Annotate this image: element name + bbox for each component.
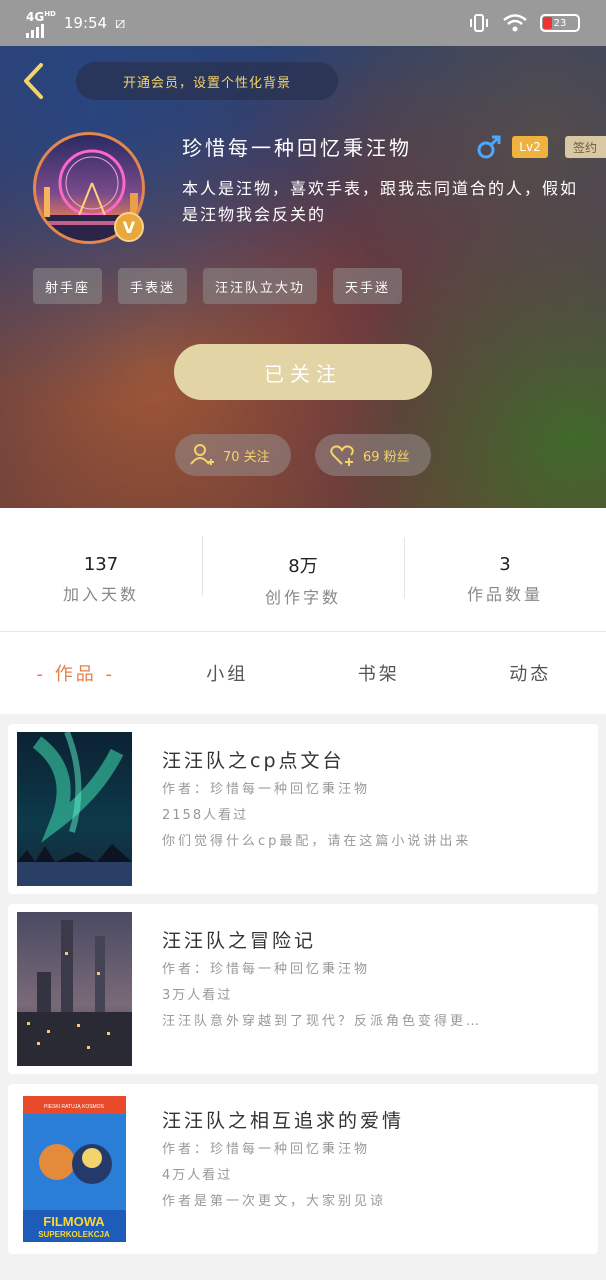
stat-word-count: 8万 创作字数: [202, 532, 404, 608]
following-button[interactable]: 70 关注: [175, 434, 291, 476]
tab-bar: - 作品 - 小组 书架 动态: [0, 632, 606, 714]
male-icon: [477, 135, 501, 159]
tag[interactable]: 手表迷: [118, 268, 188, 304]
list-item[interactable]: PIESKI RATUJĄ KOSMOS FILMOWA SUPERKOLEKC…: [8, 1084, 598, 1254]
stats-bar: 137 加入天数 8万 创作字数 3 作品数量: [0, 508, 606, 632]
battery-icon: 23: [540, 14, 580, 32]
work-title: 汪汪队之冒险记: [162, 930, 317, 952]
work-author: 作者：珍惜每一种回忆秉汪物: [162, 962, 371, 977]
work-description: 你们觉得什么cp最配，请在这篇小说讲出来: [162, 834, 472, 849]
vip-banner[interactable]: 开通会员，设置个性化背景: [76, 62, 338, 100]
work-title: 汪汪队之相互追求的爱情: [162, 1110, 405, 1132]
list-item[interactable]: 汪汪队之cp点文台 作者：珍惜每一种回忆秉汪物 2158人看过 你们觉得什么cp…: [8, 724, 598, 894]
tab-groups[interactable]: 小组: [152, 660, 304, 686]
work-title: 汪汪队之cp点文台: [162, 750, 345, 772]
cover-image: [17, 732, 132, 886]
profile-header: 开通会员，设置个性化背景 V 珍惜每一种回忆秉汪物 Lv2 签约 本人是汪物，喜…: [0, 46, 606, 508]
username: 珍惜每一种回忆秉汪物: [182, 136, 412, 160]
back-button[interactable]: [16, 62, 50, 100]
cover-top-text: PIESKI RATUJĄ KOSMOS: [44, 1104, 105, 1110]
add-user-icon: [190, 444, 214, 465]
work-views: 4万人看过: [162, 1168, 233, 1183]
tab-works[interactable]: - 作品 -: [0, 660, 152, 686]
followed-button[interactable]: 已关注: [174, 344, 432, 400]
stat-works-count: 3 作品数量: [404, 534, 606, 605]
tab-activity[interactable]: 动态: [455, 660, 606, 686]
work-author: 作者：珍惜每一种回忆秉汪物: [162, 782, 371, 797]
vibrate-icon: [470, 14, 488, 32]
tab-bookshelf[interactable]: 书架: [303, 660, 455, 686]
level-badge: Lv2: [512, 136, 548, 158]
cover-image: [17, 912, 132, 1066]
stat-join-days: 137 加入天数: [62, 554, 139, 604]
tag-list: 射手座 手表迷 汪汪队立大功 天手迷: [33, 268, 403, 304]
cover-title-text: FILMOWA: [43, 1214, 105, 1229]
bio: 本人是汪物，喜欢手表，跟我志同道合的人，假如是汪物我会反关的: [182, 179, 579, 224]
tag[interactable]: 天手迷: [333, 268, 403, 304]
work-author: 作者：珍惜每一种回忆秉汪物: [162, 1142, 371, 1157]
following-count: 70 关注: [223, 449, 270, 465]
heart-plus-icon: [330, 445, 354, 466]
signal-icon: 4GHD: [26, 9, 56, 38]
clock: 19:54: [63, 14, 108, 32]
tag[interactable]: 射手座: [33, 268, 103, 304]
vip-badge: V: [114, 212, 144, 242]
cover-subtitle-text: SUPERKOLEKCJA: [38, 1230, 110, 1239]
fans-button[interactable]: 69 粉丝: [315, 434, 431, 476]
wifi-icon: [503, 14, 527, 32]
works-list: 汪汪队之cp点文台 作者：珍惜每一种回忆秉汪物 2158人看过 你们觉得什么cp…: [8, 724, 598, 1264]
work-description: 汪汪队意外穿越到了现代？反派角色变得更…: [162, 1014, 483, 1029]
list-item[interactable]: 汪汪队之冒险记 作者：珍惜每一种回忆秉汪物 3万人看过 汪汪队意外穿越到了现代？…: [8, 904, 598, 1074]
screenshot-icon: ⧄: [115, 13, 126, 32]
fans-count: 69 粉丝: [363, 449, 410, 465]
back-arrow-icon: [24, 63, 43, 99]
status-bar: 4GHD 19:54 ⧄ 23: [0, 0, 606, 46]
cover-image: PIESKI RATUJĄ KOSMOS FILMOWA SUPERKOLEKC…: [17, 1092, 132, 1246]
work-views: 2158人看过: [162, 808, 249, 823]
work-views: 3万人看过: [162, 988, 233, 1003]
tag[interactable]: 汪汪队立大功: [203, 268, 318, 304]
signed-badge: 签约: [565, 136, 606, 158]
work-description: 作者是第一次更文，大家别见谅: [162, 1194, 387, 1209]
